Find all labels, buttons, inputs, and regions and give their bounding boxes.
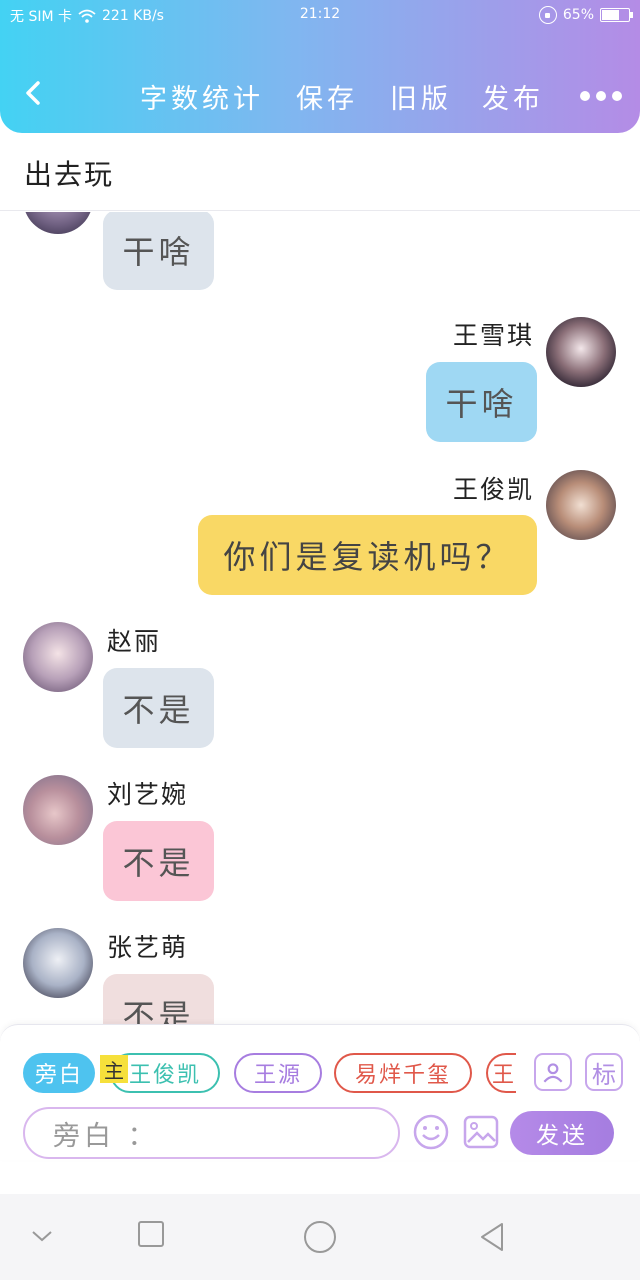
app-header: 无 SIM 卡 221 KB/s 21:12 65% 字数统计 保存 旧版 发布 (0, 0, 640, 133)
chip-label: 王 (491, 1063, 516, 1088)
role-chip[interactable]: 王 (486, 1053, 516, 1093)
message-bubble[interactable]: 不是 (103, 668, 214, 748)
avatar[interactable] (23, 928, 93, 998)
sender-name: 刘艺婉 (107, 780, 189, 809)
message-text: 你们是复读机吗？ (223, 538, 512, 576)
chip-label: 旁白 (34, 1063, 83, 1088)
avatar[interactable] (23, 775, 93, 845)
message-bubble[interactable]: 不是 (103, 821, 214, 901)
word-count-button[interactable]: 字数统计 (140, 77, 264, 116)
message-text: 不是 (122, 691, 195, 729)
chip-label: 王源 (253, 1063, 302, 1088)
message-text: 干啥 (445, 385, 518, 423)
message-text: 不是 (122, 844, 195, 882)
composer-panel: 旁白 王俊凯 主 王源 易烊千玺 王 标 旁白 ： 发送 (0, 1024, 640, 1160)
message-text: 不是 (122, 997, 195, 1024)
message-input[interactable]: 旁白 ： (23, 1107, 400, 1159)
message-bubble[interactable]: 你们是复读机吗？ (198, 515, 537, 595)
input-placeholder: 旁白 ： (53, 1120, 159, 1152)
sender-name: 王雪琪 (452, 321, 534, 350)
role-chip[interactable]: 王源 (234, 1053, 322, 1093)
old-version-button[interactable]: 旧版 (390, 77, 452, 116)
story-title-row: 出去玩 (0, 133, 640, 211)
rotation-lock-icon (538, 6, 557, 24)
toolbar: 字数统计 保存 旧版 发布 (0, 75, 640, 117)
back-arrow-icon[interactable] (20, 79, 48, 107)
message-bubble[interactable]: 干啥 (103, 212, 214, 290)
publish-button[interactable]: 发布 (482, 77, 544, 116)
main-role-tag: 主 (100, 1055, 128, 1083)
save-button[interactable]: 保存 (296, 77, 358, 116)
character-icon[interactable] (534, 1053, 572, 1091)
chat-area: 干啥 王雪琪 干啥 王俊凯 你们是复读机吗？ 赵丽 不是 刘艺婉 不是 张艺萌 … (0, 212, 640, 1024)
message-text: 干啥 (122, 233, 195, 271)
emoji-icon[interactable] (412, 1113, 450, 1151)
home-circle-icon[interactable] (303, 1220, 337, 1254)
tag-icon-label: 标 (592, 1060, 616, 1089)
battery-percent: 65% (562, 7, 594, 23)
sender-name: 张艺萌 (107, 933, 189, 962)
role-chip-narrator[interactable]: 旁白 (23, 1053, 95, 1093)
tag-icon[interactable]: 标 (585, 1053, 623, 1091)
sender-name: 王俊凯 (452, 475, 534, 504)
clock: 21:12 (299, 6, 341, 22)
role-chip[interactable]: 易烊千玺 (334, 1053, 472, 1093)
avatar[interactable] (23, 212, 93, 234)
message-bubble[interactable]: 干啥 (426, 362, 537, 442)
battery-icon (600, 8, 633, 22)
chip-label: 易烊千玺 (354, 1063, 451, 1088)
chip-label: 王俊凯 (128, 1063, 201, 1088)
image-icon[interactable] (462, 1113, 500, 1151)
recents-square-icon[interactable] (137, 1220, 165, 1248)
system-nav-bar (0, 1194, 640, 1280)
status-bar: 无 SIM 卡 221 KB/s 21:12 65% (10, 6, 633, 28)
avatar[interactable] (23, 622, 93, 692)
avatar[interactable] (546, 317, 616, 387)
sender-name: 赵丽 (107, 627, 162, 656)
avatar[interactable] (546, 470, 616, 540)
screen: 无 SIM 卡 221 KB/s 21:12 65% 字数统计 保存 旧版 发布 (0, 0, 640, 1280)
chevron-down-icon[interactable] (30, 1228, 54, 1244)
more-icon[interactable] (580, 91, 622, 101)
send-button[interactable]: 发送 (510, 1111, 614, 1155)
message-bubble[interactable]: 不是 (103, 974, 214, 1024)
battery-fill (602, 10, 619, 20)
send-label: 发送 (536, 1123, 588, 1149)
back-triangle-icon[interactable] (478, 1221, 506, 1253)
story-title[interactable]: 出去玩 (24, 153, 114, 193)
